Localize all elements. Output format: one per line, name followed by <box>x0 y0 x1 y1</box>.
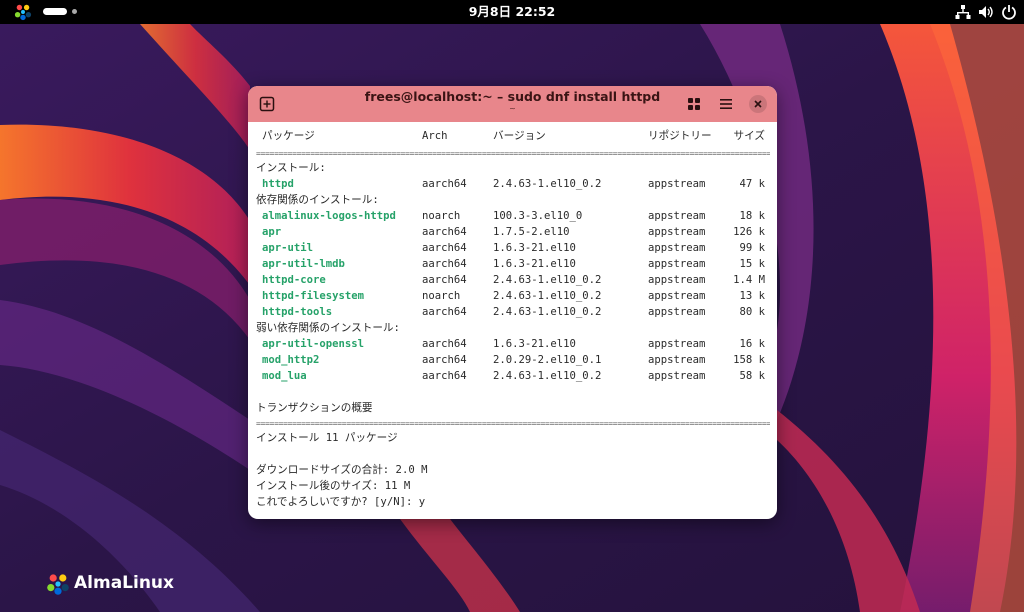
table-header: パッケージ Arch バージョン リポジトリー サイズ <box>256 126 771 146</box>
confirm-prompt[interactable]: これでよろしいですか? [y/N]: y <box>256 494 425 510</box>
table-row: mod_http2 aarch64 2.0.29-2.el10_0.1 apps… <box>256 352 771 368</box>
package-version: 2.4.63-1.el10_0.2 <box>493 274 602 286</box>
package-name: httpd <box>262 178 294 190</box>
package-size: 80 k <box>739 306 765 318</box>
package-name: mod_http2 <box>262 354 320 366</box>
package-repo: appstream <box>648 258 706 270</box>
header-repository: リポジトリー <box>648 130 712 142</box>
package-size: 99 k <box>739 242 765 254</box>
terminal-output[interactable]: パッケージ Arch バージョン リポジトリー サイズ ============… <box>256 124 771 510</box>
summary-install-count: インストール 11 パッケージ <box>256 432 398 444</box>
package-arch: aarch64 <box>422 274 467 286</box>
package-version: 100.3-3.el10_0 <box>493 210 583 222</box>
package-version: 2.4.63-1.el10_0.2 <box>493 306 602 318</box>
package-name: httpd-tools <box>262 306 333 318</box>
terminal-window: frees@localhost:~ – sudo dnf install htt… <box>248 86 777 519</box>
section-label-weak-dependencies: 弱い依存関係のインストール: <box>256 322 400 334</box>
package-name: mod_lua <box>262 370 307 382</box>
package-repo: appstream <box>648 242 706 254</box>
header-version: バージョン <box>493 130 546 142</box>
package-size: 15 k <box>739 258 765 270</box>
summary-title: トランザクションの概要 <box>256 402 373 414</box>
table-row: httpd-core aarch64 2.4.63-1.el10_0.2 app… <box>256 272 771 288</box>
package-repo: appstream <box>648 306 706 318</box>
package-arch: aarch64 <box>422 242 467 254</box>
package-name: httpd-filesystem <box>262 290 365 302</box>
package-arch: aarch64 <box>422 306 467 318</box>
table-row: apr aarch64 1.7.5-2.el10 appstream 126 k <box>256 224 771 240</box>
table-row: httpd-filesystem noarch 2.4.63-1.el10_0.… <box>256 288 771 304</box>
power-icon[interactable] <box>1001 4 1017 20</box>
date-time[interactable]: 9月8日 22:52 <box>469 4 556 19</box>
header-size: サイズ <box>733 130 765 142</box>
package-version: 1.6.3-21.el10 <box>493 338 576 350</box>
package-repo: appstream <box>648 338 706 350</box>
package-repo: appstream <box>648 274 706 286</box>
package-arch: aarch64 <box>422 338 467 350</box>
package-name: httpd-core <box>262 274 326 286</box>
volume-icon[interactable] <box>978 4 994 20</box>
workspace-indicator-active[interactable] <box>43 8 67 15</box>
package-version: 2.4.63-1.el10_0.2 <box>493 290 602 302</box>
section-label-install: インストール: <box>256 162 326 174</box>
workspace-indicator[interactable] <box>72 9 77 14</box>
package-repo: appstream <box>648 290 706 302</box>
package-version: 2.4.63-1.el10_0.2 <box>493 178 602 190</box>
close-icon <box>754 100 762 108</box>
package-repo: appstream <box>648 210 706 222</box>
package-arch: aarch64 <box>422 258 467 270</box>
almalinux-logo-icon <box>47 574 69 595</box>
package-version: 1.6.3-21.el10 <box>493 242 576 254</box>
package-size: 158 k <box>733 354 765 366</box>
package-name: apr-util <box>262 242 314 254</box>
installed-size: インストール後のサイズ: 11 M <box>256 480 411 492</box>
package-arch: aarch64 <box>422 354 467 366</box>
menu-icon[interactable] <box>717 95 735 113</box>
almalinux-logo-icon[interactable] <box>14 3 32 21</box>
package-arch: aarch64 <box>422 178 467 190</box>
close-button[interactable] <box>749 95 767 113</box>
table-row: apr-util-openssl aarch64 1.6.3-21.el10 a… <box>256 336 771 352</box>
brand-name: AlmaLinux <box>74 573 174 593</box>
package-arch: aarch64 <box>422 226 467 238</box>
section-label-dependencies: 依存関係のインストール: <box>256 194 379 206</box>
package-size: 58 k <box>739 370 765 382</box>
top-bar: 9月8日 22:52 <box>0 0 1024 24</box>
package-name: apr-util-openssl <box>262 338 365 350</box>
network-icon[interactable] <box>955 4 971 20</box>
package-repo: appstream <box>648 178 706 190</box>
table-row: apr-util aarch64 1.6.3-21.el10 appstream… <box>256 240 771 256</box>
download-size-total: ダウンロードサイズの合計: 2.0 M <box>256 464 428 476</box>
package-size: 1.4 M <box>733 274 765 286</box>
table-row: almalinux-logos-httpd noarch 100.3-3.el1… <box>256 208 771 224</box>
grid-view-icon[interactable] <box>685 95 703 113</box>
package-arch: aarch64 <box>422 370 467 382</box>
package-size: 16 k <box>739 338 765 350</box>
package-name: almalinux-logos-httpd <box>262 210 396 222</box>
package-size: 47 k <box>739 178 765 190</box>
table-row: mod_lua aarch64 2.4.63-1.el10_0.2 appstr… <box>256 368 771 384</box>
package-version: 1.7.5-2.el10 <box>493 226 570 238</box>
header-package: パッケージ <box>262 130 315 142</box>
package-size: 126 k <box>733 226 765 238</box>
package-name: apr-util-lmdb <box>262 258 345 270</box>
package-repo: appstream <box>648 354 706 366</box>
package-size: 18 k <box>739 210 765 222</box>
package-repo: appstream <box>648 370 706 382</box>
window-titlebar[interactable]: frees@localhost:~ – sudo dnf install htt… <box>248 86 777 122</box>
package-version: 2.4.63-1.el10_0.2 <box>493 370 602 382</box>
package-version: 2.0.29-2.el10_0.1 <box>493 354 602 366</box>
table-row: httpd-tools aarch64 2.4.63-1.el10_0.2 ap… <box>256 304 771 320</box>
table-row: httpd aarch64 2.4.63-1.el10_0.2 appstrea… <box>256 176 771 192</box>
package-name: apr <box>262 226 282 238</box>
header-arch: Arch <box>422 130 448 142</box>
package-size: 13 k <box>739 290 765 302</box>
package-repo: appstream <box>648 226 706 238</box>
table-row: apr-util-lmdb aarch64 1.6.3-21.el10 apps… <box>256 256 771 272</box>
package-arch: noarch <box>422 210 461 222</box>
package-version: 1.6.3-21.el10 <box>493 258 576 270</box>
package-arch: noarch <box>422 290 461 302</box>
